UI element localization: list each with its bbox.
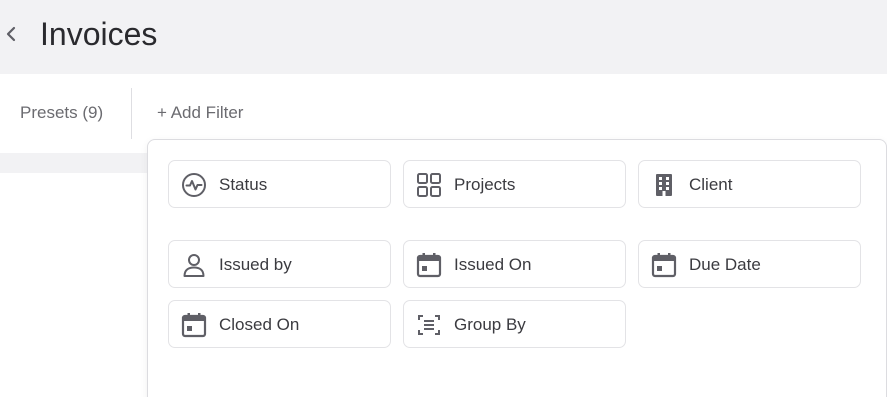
back-button[interactable] xyxy=(0,22,22,46)
page-header: Invoices xyxy=(0,0,887,74)
filter-option-issued-by[interactable]: Issued by xyxy=(168,240,391,288)
building-icon xyxy=(651,172,677,198)
grid-icon xyxy=(416,172,442,198)
presets-button[interactable]: Presets (9) xyxy=(20,103,103,123)
filter-option-group-by[interactable]: Group By xyxy=(403,300,626,348)
filter-option-label: Issued by xyxy=(219,255,292,274)
filter-option-label: Projects xyxy=(454,175,516,194)
filter-option-label: Issued On xyxy=(454,255,532,274)
add-filter-button[interactable]: + Add Filter xyxy=(157,103,243,123)
filter-option-label: Group By xyxy=(454,315,526,334)
group-icon xyxy=(416,312,442,338)
filter-option-projects[interactable]: Projects xyxy=(403,160,626,208)
chevron-left-icon xyxy=(5,26,17,42)
filter-option-label: Closed On xyxy=(219,315,300,334)
calendar-icon xyxy=(416,252,442,278)
filter-option-status[interactable]: Status xyxy=(168,160,391,208)
filter-option-closed-on[interactable]: Closed On xyxy=(168,300,391,348)
filter-option-label: Due Date xyxy=(689,255,761,274)
person-icon xyxy=(181,252,207,278)
filter-option-label: Client xyxy=(689,175,733,194)
filter-option-issued-on[interactable]: Issued On xyxy=(403,240,626,288)
activity-icon xyxy=(181,172,207,198)
page-title: Invoices xyxy=(40,16,158,52)
invoices-page: Invoices Presets (9) + Add Filter Status xyxy=(0,0,887,397)
calendar-icon xyxy=(181,312,207,338)
filter-option-label: Status xyxy=(219,175,268,194)
filter-option-due-date[interactable]: Due Date xyxy=(638,240,861,288)
filter-bar-divider xyxy=(131,88,132,139)
filter-menu: Status Projects Client Issued by Issued … xyxy=(147,139,887,397)
calendar-icon xyxy=(651,252,677,278)
filter-option-client[interactable]: Client xyxy=(638,160,861,208)
